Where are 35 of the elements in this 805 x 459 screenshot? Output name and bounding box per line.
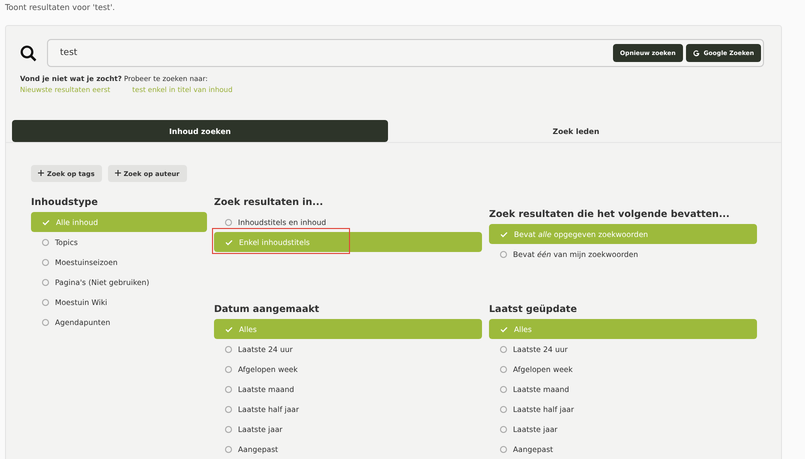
check-icon: [500, 230, 508, 238]
radio-icon: [500, 426, 507, 432]
plus-icon: [38, 170, 44, 176]
search-icon: [20, 44, 37, 62]
radio-icon: [42, 298, 49, 306]
check-icon: [42, 218, 50, 226]
filter-heading: Datum aangemaakt: [214, 304, 320, 315]
radio-icon: [500, 346, 507, 352]
radio-icon: [42, 318, 49, 326]
radio-icon: [225, 406, 232, 412]
radio-icon: [500, 366, 507, 372]
plus-icon: [114, 170, 121, 176]
radio-icon: [500, 250, 507, 258]
radio-icon: [225, 446, 232, 452]
radio-icon: [42, 258, 49, 266]
radio-icon: [42, 238, 49, 246]
filter-heading: Laatst geüpdate: [489, 304, 578, 315]
result-note: Toont resultaten voor 'test'.: [4, 2, 116, 14]
filter-heading: Inhoudstype: [31, 197, 99, 208]
filter-heading: Zoek resultaten in...: [214, 197, 324, 208]
radio-icon: [225, 426, 232, 432]
radio-icon: [225, 218, 232, 226]
radio-icon: [500, 386, 507, 392]
check-icon: [225, 238, 233, 246]
filter-heading: Zoek resultaten die het volgende bevatten...: [489, 209, 731, 220]
check-icon: [225, 326, 233, 332]
check-icon: [500, 326, 508, 332]
radio-icon: [225, 366, 232, 372]
search-field[interactable]: test: [58, 47, 610, 59]
radio-icon: [500, 406, 507, 412]
radio-icon: [225, 346, 232, 352]
radio-icon: [42, 278, 49, 286]
radio-icon: [225, 386, 232, 392]
radio-icon: [500, 446, 507, 452]
google-icon: [692, 50, 700, 56]
